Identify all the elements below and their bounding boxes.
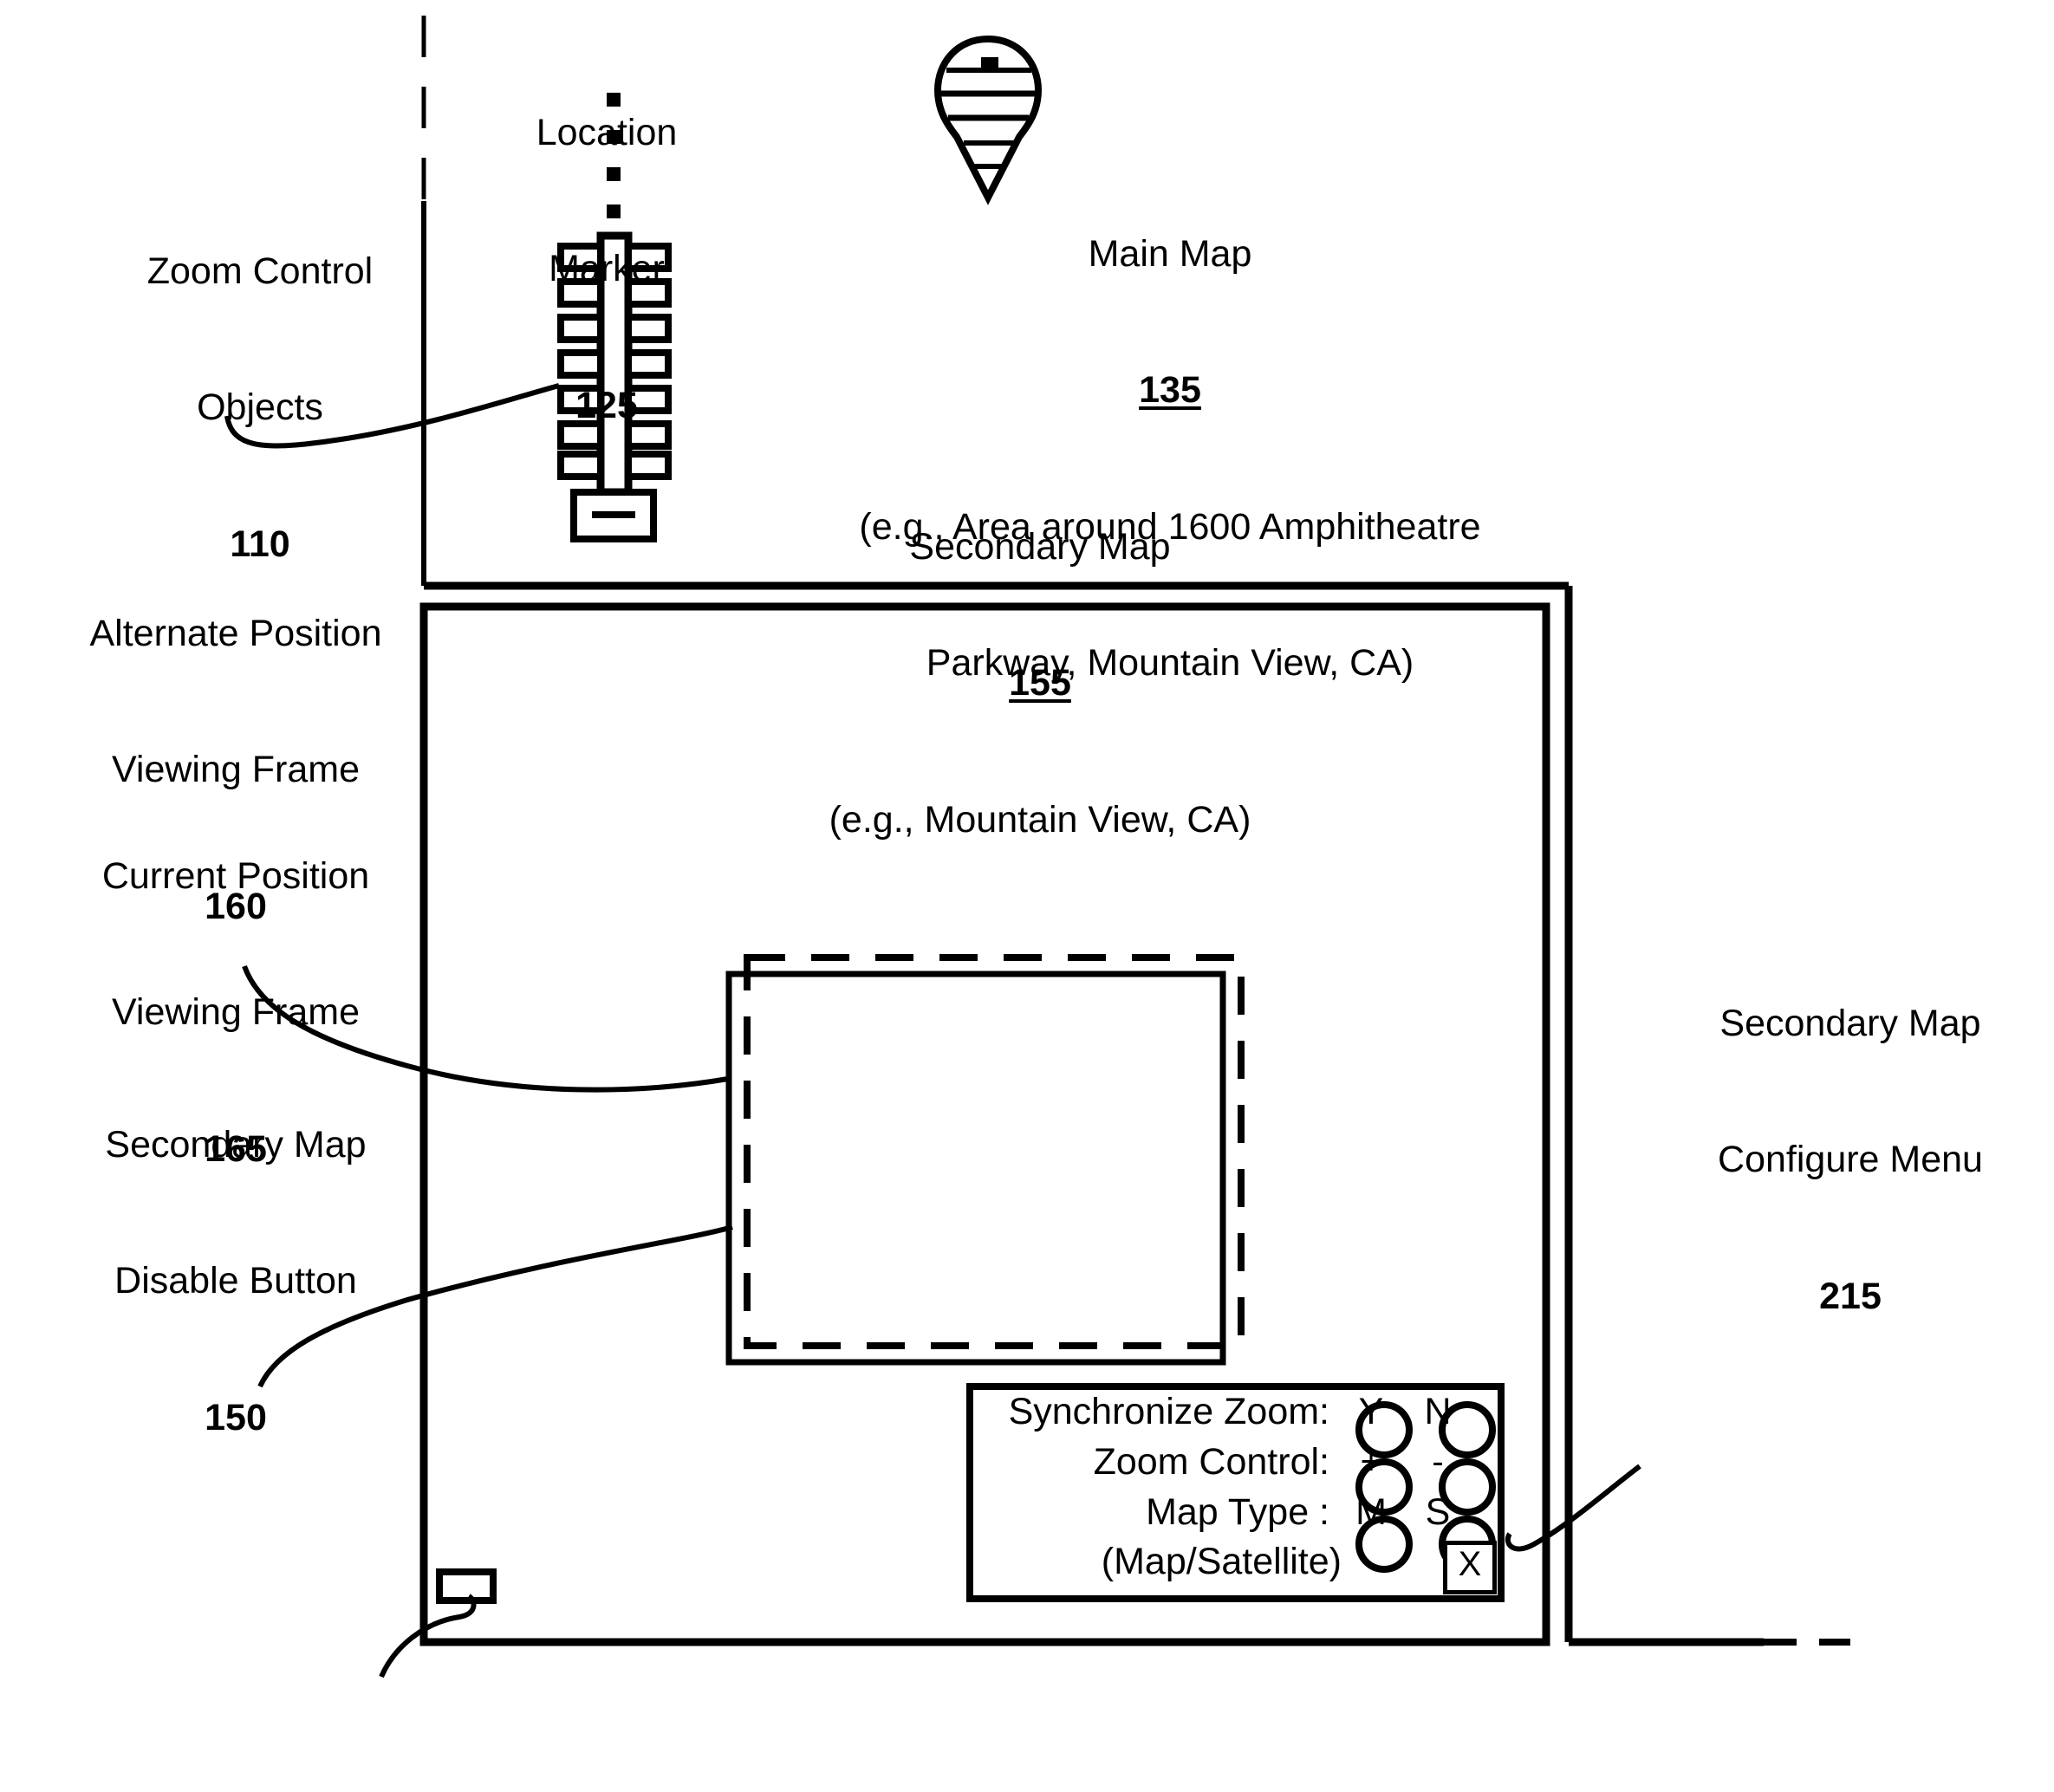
location-marker-dot bbox=[981, 57, 998, 72]
cur-frame-line2: Viewing Frame bbox=[112, 991, 360, 1034]
configure-menu-ref: 215 bbox=[1819, 1275, 1882, 1317]
alt-frame-line1: Alternate Position bbox=[89, 612, 382, 654]
configure-menu-row-map-type: Map Type : M S bbox=[978, 1487, 1463, 1537]
current-position-viewing-frame[interactable] bbox=[725, 971, 1226, 1366]
zoom-control-plus-glyph[interactable]: + bbox=[1329, 1443, 1413, 1481]
map-type-sublabel: (Map/Satellite) bbox=[1101, 1541, 1342, 1582]
zoom-control-objects-line1: Zoom Control bbox=[146, 250, 374, 292]
label-secondary-map-disable-button: Secondary Map Disable Button 150 bbox=[19, 1031, 452, 1531]
map-type-map-glyph[interactable]: M bbox=[1329, 1493, 1413, 1531]
zoom-control-minus-glyph[interactable]: - bbox=[1413, 1445, 1463, 1479]
close-icon[interactable]: X bbox=[1443, 1541, 1497, 1594]
map-type-satellite-glyph[interactable]: S bbox=[1413, 1493, 1463, 1531]
disable-button-ref: 150 bbox=[205, 1396, 267, 1438]
configure-menu-row-sync-zoom: Synchronize Zoom: Y N bbox=[978, 1386, 1463, 1437]
main-map-ref: 135 bbox=[1139, 369, 1201, 412]
secondary-map-disable-button[interactable] bbox=[436, 1568, 497, 1604]
sync-zoom-no-glyph[interactable]: N bbox=[1413, 1393, 1463, 1431]
disable-button-line2: Disable Button bbox=[114, 1260, 357, 1302]
zoom-control-label: Zoom Control: bbox=[1093, 1440, 1329, 1483]
patent-figure-page: Zoom Control Objects 110 Location Marker… bbox=[0, 0, 2054, 1792]
secondary-map-line3: (e.g., Mountain View, CA) bbox=[829, 798, 1251, 841]
configure-menu-content: Synchronize Zoom: Y N Zoom Control: + - … bbox=[978, 1386, 1463, 1586]
secondary-map-line1: Secondary Map bbox=[909, 525, 1171, 568]
configure-menu-row-zoom-control: Zoom Control: + - bbox=[978, 1437, 1463, 1487]
cur-frame-line1: Current Position bbox=[101, 854, 370, 897]
sync-zoom-yes-glyph[interactable]: Y bbox=[1329, 1393, 1413, 1431]
map-type-label: Map Type : bbox=[1146, 1490, 1329, 1533]
disable-button-line1: Secondary Map bbox=[105, 1123, 367, 1165]
label-secondary-map: Secondary Map 155 (e.g., Mountain View, … bbox=[607, 433, 1473, 933]
configure-menu-line2: Configure Menu bbox=[1718, 1139, 1983, 1181]
zoom-control-objects-line2: Objects bbox=[197, 386, 323, 429]
label-secondary-map-configure-menu: Secondary Map Configure Menu 215 bbox=[1660, 910, 2041, 1410]
secondary-map-ref: 155 bbox=[1009, 662, 1071, 704]
main-map-line1: Main Map bbox=[1088, 232, 1252, 275]
configure-menu-line1: Secondary Map bbox=[1719, 1002, 1981, 1044]
sync-zoom-label: Synchronize Zoom: bbox=[1008, 1390, 1329, 1432]
